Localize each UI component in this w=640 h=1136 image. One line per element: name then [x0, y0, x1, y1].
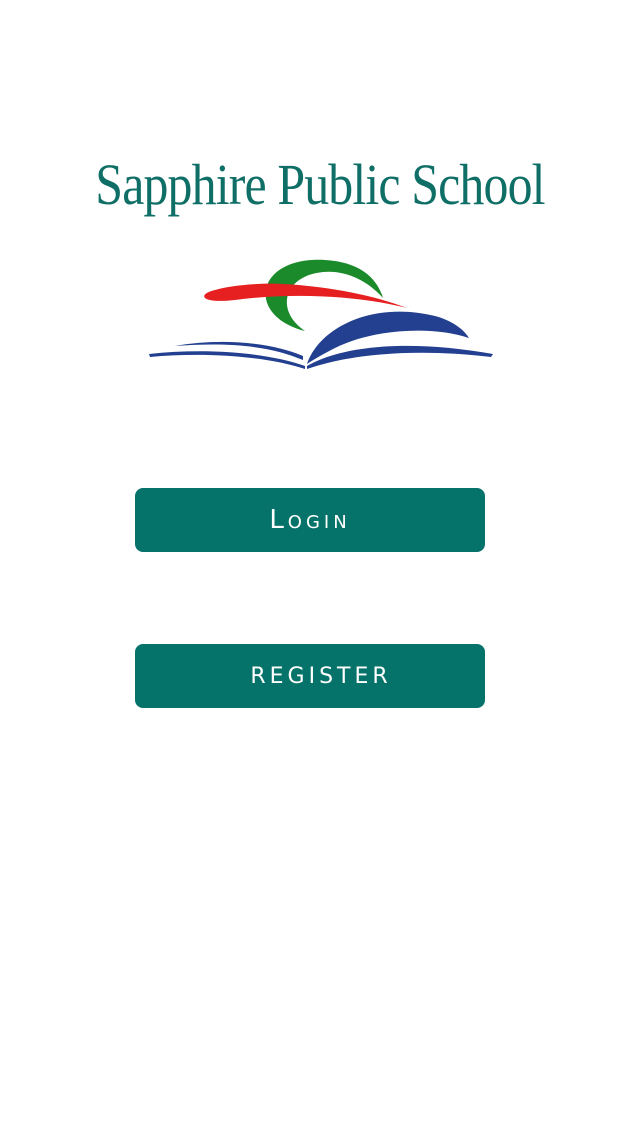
- login-button[interactable]: Login: [135, 488, 485, 552]
- welcome-screen: Sapphire Public School Login register: [0, 0, 640, 1136]
- school-title: Sapphire Public School: [95, 152, 545, 217]
- register-button[interactable]: register: [135, 644, 485, 708]
- logo-blue-page-left-upper: [175, 341, 303, 360]
- school-logo-icon: [149, 259, 493, 369]
- logo-blue-page-left: [149, 351, 305, 369]
- logo-blue-page-right-lower: [307, 345, 493, 369]
